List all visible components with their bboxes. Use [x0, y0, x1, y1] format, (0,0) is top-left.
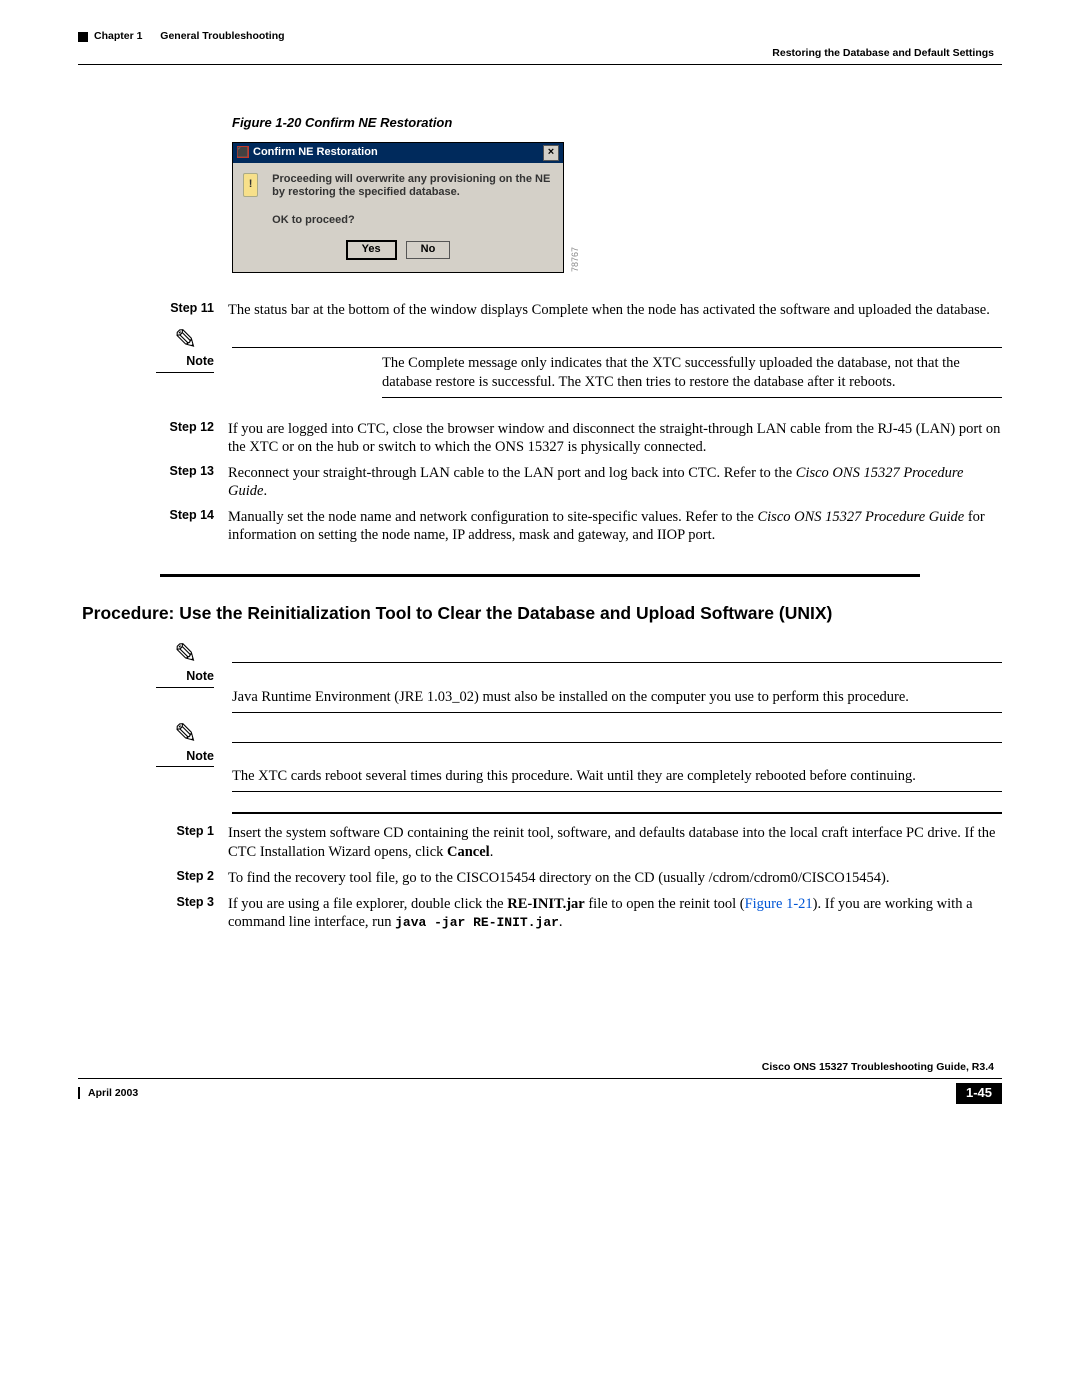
note-label: Note	[156, 354, 214, 373]
step-11-text: The status bar at the bottom of the wind…	[228, 301, 1002, 319]
dialog-message-2: OK to proceed?	[272, 214, 553, 228]
chapter-title: General Troubleshooting	[160, 30, 284, 43]
steps-divider	[232, 812, 1002, 814]
header-bar: Chapter 1 General Troubleshooting	[78, 30, 1002, 43]
warning-icon: !	[243, 173, 258, 197]
figure-caption: Figure 1-20 Confirm NE Restoration	[232, 115, 1002, 131]
proc-step-3-label: Step 3	[156, 895, 214, 911]
proc-step-1-text: Insert the system software CD containing…	[228, 824, 1002, 860]
no-button[interactable]: No	[406, 241, 451, 259]
dialog-title-text: Confirm NE Restoration	[253, 146, 378, 158]
proc-step-1-label: Step 1	[156, 824, 214, 840]
step-14-text: Manually set the node name and network c…	[228, 508, 1002, 544]
step-13-label: Step 13	[156, 464, 214, 480]
proc-note1-text: Java Runtime Environment (JRE 1.03_02) m…	[232, 688, 1002, 713]
procedure-title: Procedure: Use the Reinitialization Tool…	[82, 603, 1002, 625]
section-divider	[160, 574, 920, 577]
proc-step-2-label: Step 2	[156, 869, 214, 885]
note-text: The Complete message only indicates that…	[382, 354, 1002, 397]
figure-link[interactable]: Figure 1-21	[745, 896, 813, 912]
step-13-text: Reconnect your straight-through LAN cabl…	[228, 464, 1002, 500]
footer-date: April 2003	[88, 1087, 138, 1100]
yes-button[interactable]: Yes	[346, 240, 397, 260]
chapter-label: Chapter 1	[94, 30, 142, 43]
step-14-label: Step 14	[156, 508, 214, 524]
dialog-message-1: Proceeding will overwrite any provisioni…	[272, 173, 553, 201]
section-title: Restoring the Database and Default Setti…	[772, 47, 994, 60]
note-label: Note	[156, 669, 214, 688]
step-11-label: Step 11	[156, 301, 214, 317]
footer-doc: Cisco ONS 15327 Troubleshooting Guide, R…	[762, 1061, 994, 1074]
proc-step-2-text: To find the recovery tool file, go to th…	[228, 869, 1002, 887]
page-footer: Cisco ONS 15327 Troubleshooting Guide, R…	[78, 1061, 1002, 1103]
note-label: Note	[156, 749, 214, 768]
step-12-label: Step 12	[156, 420, 214, 436]
proc-step-3-text: If you are using a file explorer, double…	[228, 895, 1002, 931]
page-number: 1-45	[956, 1083, 1002, 1103]
figure-refno: 78767	[570, 243, 581, 272]
dialog-icon: ⬛	[237, 146, 249, 158]
header-marker	[78, 32, 88, 42]
close-icon[interactable]: ×	[543, 145, 559, 161]
step-12-text: If you are logged into CTC, close the br…	[228, 420, 1002, 456]
proc-note2-text: The XTC cards reboot several times durin…	[232, 767, 1002, 792]
dialog-confirm-ne-restoration: ⬛ Confirm NE Restoration × ! Proceeding w…	[232, 142, 1002, 273]
